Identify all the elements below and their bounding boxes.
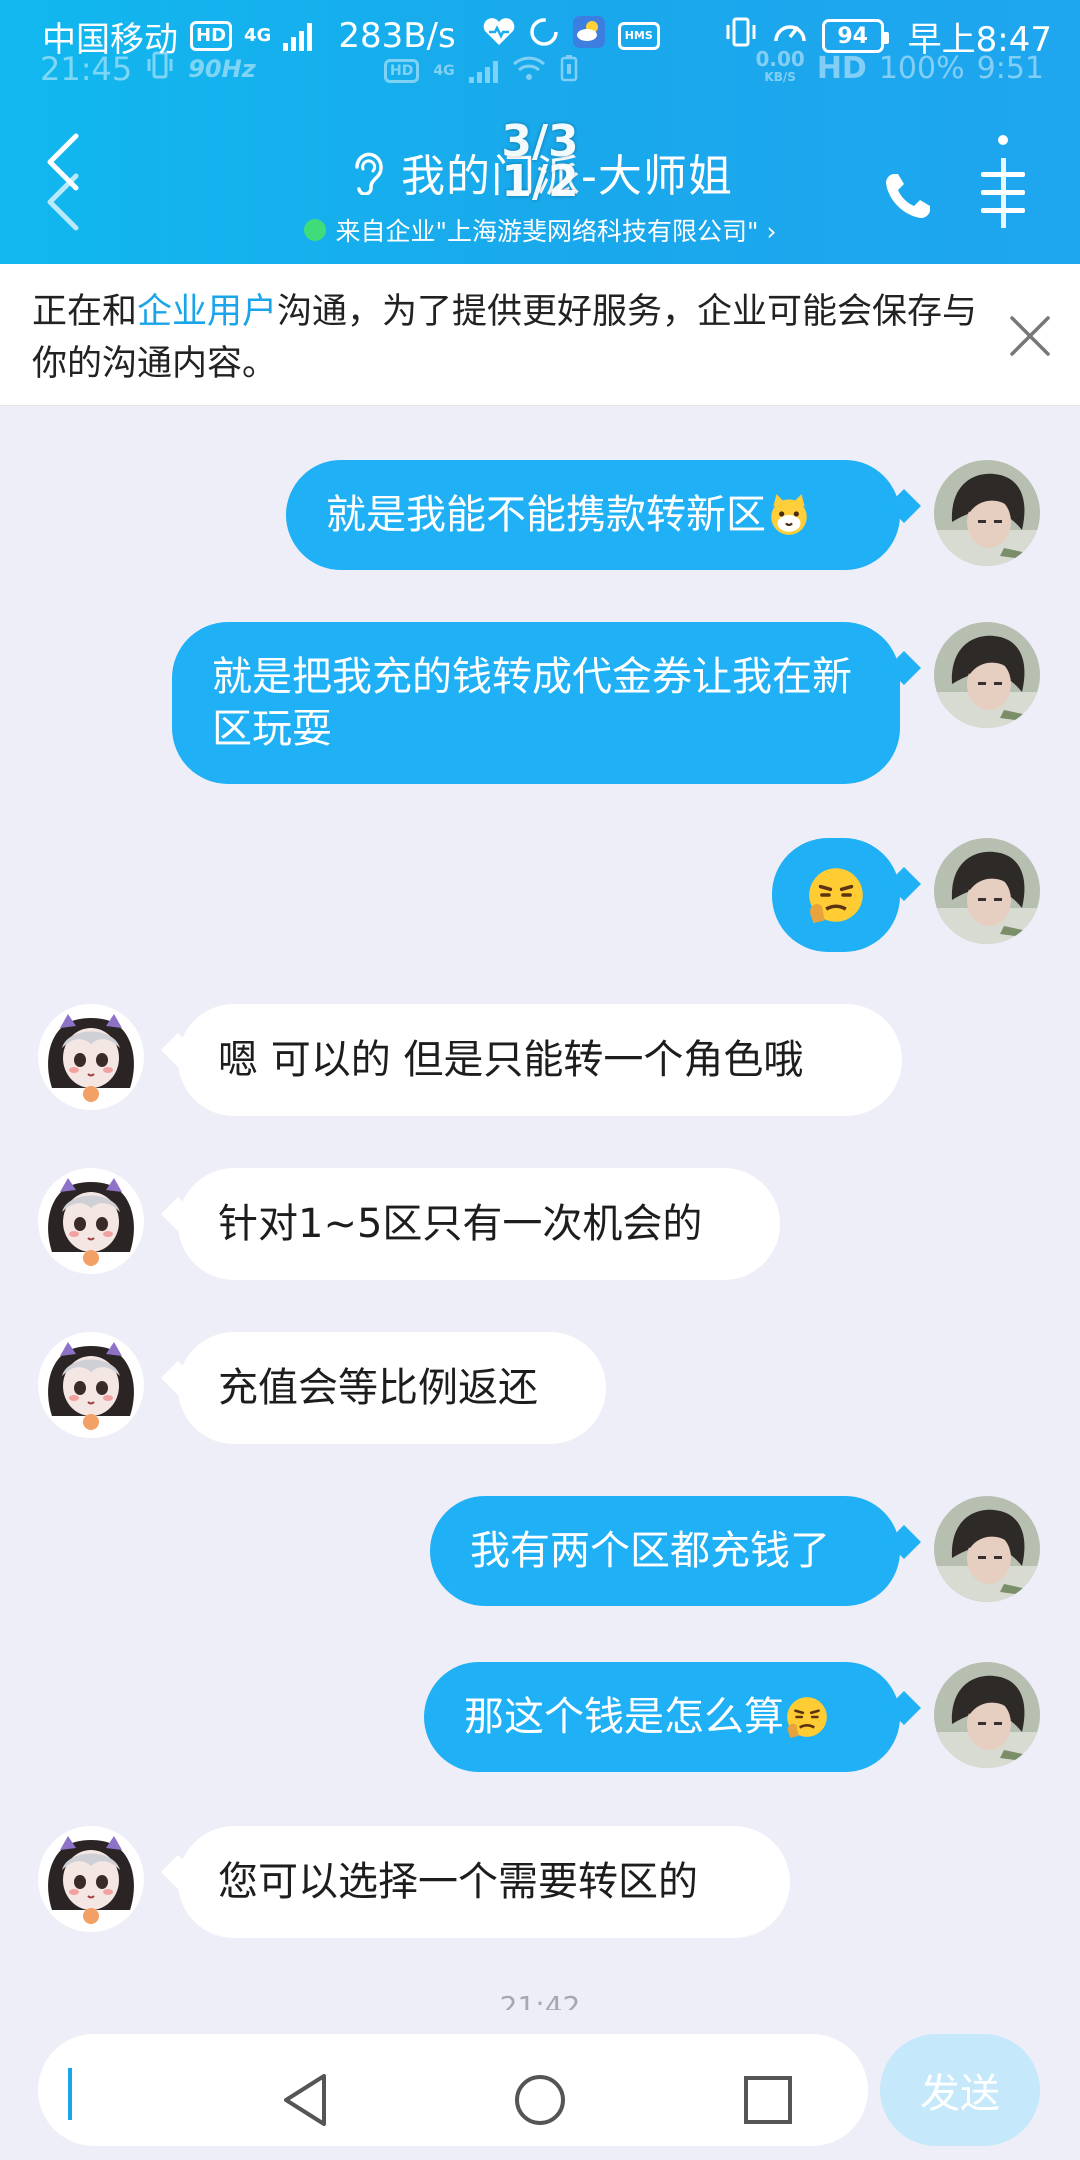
- message-text: 就是把我充的钱转成代金券让我在新区玩耍: [212, 654, 852, 752]
- ear-icon: [355, 152, 383, 195]
- circle-home-icon: [515, 2075, 565, 2125]
- user-avatar-image: [934, 460, 1040, 566]
- outgoing-bubble[interactable]: 我有两个区都充钱了: [430, 1496, 900, 1606]
- message-row: 就是我能不能携款转新区: [0, 460, 1080, 570]
- privacy-notice: 正在和企业用户沟通，为了提供更好服务，企业可能会保存与你的沟通内容。: [0, 264, 1080, 406]
- message-text: 针对1~5区只有一次机会的: [218, 1201, 703, 1247]
- nav-back-button[interactable]: [280, 2072, 330, 2132]
- incoming-bubble[interactable]: 嗯 可以的 但是只能转一个角色哦: [178, 1004, 902, 1116]
- agent-avatar-image: [38, 1332, 144, 1438]
- message-row: 就是把我充的钱转成代金券让我在新区玩耍: [0, 622, 1080, 784]
- call-button[interactable]: [880, 168, 936, 224]
- enterprise-user-link[interactable]: 企业用户: [137, 292, 277, 332]
- ghost-speed-unit: KB/S: [764, 70, 796, 84]
- hd-badge: HD: [190, 21, 233, 51]
- user-avatar-image: [934, 1662, 1040, 1768]
- message-row: [0, 838, 1080, 952]
- message-list[interactable]: 就是我能不能携款转新区 就是把我充的钱转成代金券让我在新区玩耍 嗯 可以的 但是…: [0, 406, 1080, 2023]
- agent-avatar-image: [38, 1168, 144, 1274]
- hms-badge: HMS: [617, 22, 660, 50]
- notice-text: 正在和企业用户沟通，为了提供更好服务，企业可能会保存与你的沟通内容。: [32, 286, 992, 390]
- incoming-bubble[interactable]: 针对1~5区只有一次机会的: [178, 1168, 780, 1280]
- agent-avatar-image: [38, 1826, 144, 1932]
- message-row: 充值会等比例返还: [0, 1332, 1080, 1444]
- menu-icon: [981, 135, 1025, 228]
- back-button[interactable]: [42, 132, 92, 242]
- snort-emoji-icon: [784, 1694, 830, 1740]
- message-text: 那这个钱是怎么算: [464, 1694, 784, 1740]
- message-row: 那这个钱是怎么算: [0, 1662, 1080, 1772]
- my-avatar[interactable]: [934, 460, 1040, 566]
- ghost-wifi-icon: [512, 55, 546, 87]
- agent-avatar[interactable]: [38, 1826, 144, 1932]
- menu-button[interactable]: [975, 132, 1031, 232]
- agent-avatar[interactable]: [38, 1332, 144, 1438]
- my-avatar[interactable]: [934, 622, 1040, 728]
- triangle-back-icon: [284, 2074, 326, 2126]
- my-avatar[interactable]: [934, 1496, 1040, 1602]
- message-text: 嗯 可以的 但是只能转一个角色哦: [218, 1037, 804, 1083]
- close-icon: [1010, 316, 1050, 356]
- incoming-bubble[interactable]: 充值会等比例返还: [178, 1332, 606, 1444]
- nav-recents-button[interactable]: [742, 2074, 794, 2130]
- outgoing-bubble[interactable]: 就是我能不能携款转新区: [286, 460, 900, 570]
- user-avatar-image: [934, 622, 1040, 728]
- outgoing-bubble[interactable]: [772, 838, 900, 952]
- online-dot: [303, 219, 326, 241]
- incoming-bubble[interactable]: 您可以选择一个需要转区的: [178, 1826, 790, 1938]
- close-notice-button[interactable]: [1008, 314, 1052, 358]
- nav-home-button[interactable]: [512, 2072, 568, 2132]
- agent-avatar[interactable]: [38, 1004, 144, 1110]
- ghost-speed: 0.00: [755, 47, 805, 71]
- company-label[interactable]: 来自企业"上海游斐网络科技有限公司" ›: [336, 212, 777, 248]
- signal-icon: [283, 21, 313, 51]
- ghost-time: 21:45: [40, 50, 133, 88]
- outgoing-bubble[interactable]: 就是把我充的钱转成代金券让我在新区玩耍: [172, 622, 900, 784]
- my-avatar[interactable]: [934, 838, 1040, 944]
- message-row: 针对1~5区只有一次机会的: [0, 1168, 1080, 1280]
- snort-emoji-icon: [805, 864, 867, 926]
- user-avatar-image: [934, 838, 1040, 944]
- chat-header: 中国移动 HD 4G 283B/s HMS 94 早上8:47 21:45 90…: [0, 0, 1080, 264]
- ghost-battery-icon: [560, 54, 578, 88]
- back-arrow-icon: [47, 133, 79, 231]
- ghost-hd: HD: [816, 50, 867, 86]
- system-nav-bar: [0, 2060, 1080, 2150]
- message-row: 嗯 可以的 但是只能转一个角色哦: [0, 1004, 1080, 1116]
- ghost-clock: 9:51: [976, 50, 1044, 86]
- ghost-network: 4G: [433, 63, 455, 79]
- network-type: 4G: [244, 25, 272, 46]
- cat-emoji-icon: [766, 492, 812, 538]
- outgoing-bubble[interactable]: 那这个钱是怎么算: [424, 1662, 900, 1772]
- page-count-bottom: 1/2: [501, 156, 579, 207]
- notice-prefix: 正在和: [32, 292, 138, 332]
- battery-indicator: 94: [821, 19, 889, 53]
- square-recents-icon: [744, 2076, 792, 2124]
- agent-avatar[interactable]: [38, 1168, 144, 1274]
- ghost-battery-percent: 100%: [878, 50, 965, 86]
- ghost-vibrate-icon: [146, 50, 174, 88]
- phone-icon: [886, 174, 930, 218]
- message-text: 您可以选择一个需要转区的: [218, 1859, 698, 1905]
- my-avatar[interactable]: [934, 1662, 1040, 1768]
- agent-avatar-image: [38, 1004, 144, 1110]
- ghost-refresh-rate: 90Hz: [188, 55, 256, 83]
- message-text: 就是我能不能携款转新区: [326, 492, 766, 538]
- page-count-overlay: 3/3 1/2: [480, 120, 600, 207]
- ghost-hd-badge: HD: [384, 59, 420, 83]
- message-text: 充值会等比例返还: [218, 1365, 538, 1411]
- user-avatar-image: [934, 1496, 1040, 1602]
- message-row: 您可以选择一个需要转区的: [0, 1826, 1080, 1938]
- ghost-signal-icon: [468, 59, 498, 83]
- message-row: 我有两个区都充钱了: [0, 1496, 1080, 1606]
- message-text: 我有两个区都充钱了: [470, 1528, 830, 1574]
- ghost-status-bar: 21:45 90Hz HD 4G 0.00 KB/S HD 100% 9:51: [0, 47, 1080, 96]
